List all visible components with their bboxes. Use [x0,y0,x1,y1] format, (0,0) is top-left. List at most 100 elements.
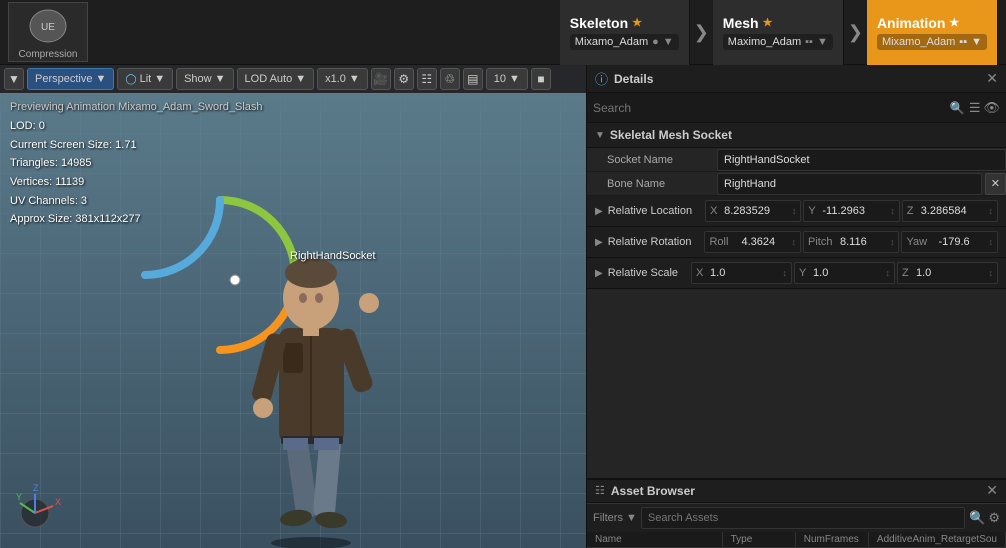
asset-browser-close-btn[interactable]: ✕ [986,482,998,499]
col-name: Name [587,532,723,547]
relative-rotation-label: Relative Rotation [608,236,692,248]
extra-btn[interactable]: ■ [531,68,551,90]
compression-label: Compression [19,49,78,60]
uv-channels-value: UV Channels: 3 [10,192,141,211]
relative-scale-row[interactable]: ▶ Relative Scale X 1.0 ↕ Y 1.0 ↕ [587,258,1006,289]
asset-browser-header: ☷ Asset Browser ✕ [587,480,1006,503]
asset-table-header: Name Type NumFrames AdditiveAnim_Retarge… [587,532,1006,548]
bone-name-input[interactable] [717,173,982,195]
socket-name-row: Socket Name [587,148,1006,172]
socket-name-input[interactable] [717,149,1006,171]
details-search-input[interactable] [593,101,946,115]
loc-x-field: X 8.283529 ↕ [705,200,801,222]
frame-btn[interactable]: 10 ▼ [486,68,528,90]
lit-btn[interactable]: ◯ Lit ▼ [117,68,173,90]
tab-skeleton-subtitle: Mixamo_Adam ● ▼ [570,34,679,50]
relative-location-values: X 8.283529 ↕ Y -11.2963 ↕ Z 3.286584 [705,200,998,222]
bone-name-value-area: ✕ [717,173,1006,195]
app-logo: UE Compression [8,2,88,62]
relative-location-row[interactable]: ▶ Relative Location X 8.283529 ↕ Y -11.2… [587,196,1006,227]
settings-btn[interactable]: ⚙ [394,68,414,90]
tab-skeleton-title: Skeleton ★ [570,15,642,31]
loc-y-field: Y -11.2963 ↕ [803,200,899,222]
main-layout: ▼ Perspective ▼ ◯ Lit ▼ Show ▼ LOD Auto … [0,65,1006,548]
col-type: Type [723,532,796,547]
details-close-btn[interactable]: ✕ [986,70,998,87]
details-eye-icon[interactable]: 👁 [983,100,1000,116]
tab-animation[interactable]: Animation ★ Mixamo_Adam ▪▪ ▼ [867,0,998,65]
scale-x-val: 1.0 [710,267,780,279]
scale-btn[interactable]: x1.0 ▼ [317,68,368,90]
col-numframes: NumFrames [796,532,869,547]
tab-mesh[interactable]: Mesh ★ Maximo_Adam ▪▪ ▼ [713,0,844,65]
tab-animation-subtitle: Mixamo_Adam ▪▪ ▼ [877,34,987,50]
grid-btn[interactable]: ☷ [417,68,437,90]
tab-skeleton[interactable]: Skeleton ★ Mixamo_Adam ● ▼ [560,0,690,65]
relative-location-label: Relative Location [608,205,692,217]
scale-z-val: 1.0 [916,267,986,279]
section-skeletal-mesh-socket[interactable]: ▼ Skeletal Mesh Socket [587,123,1006,148]
asset-browser-icon: ☷ [595,484,605,497]
col-additive: AdditiveAnim_RetargetSou [869,532,1006,547]
details-list-icon[interactable]: ☰ [969,100,981,116]
relative-scale-label: Relative Scale [608,267,678,279]
details-content: ▼ Skeletal Mesh Socket Socket Name Bone … [587,123,1006,478]
right-panel: ⓘ Details ✕ 🔍 ☰ 👁 ▼ Skeletal Mesh Socket… [586,65,1006,548]
filters-label: Filters ▼ [593,512,637,524]
tab-mesh-subtitle: Maximo_Adam ▪▪ ▼ [723,34,833,50]
scale-z-label: Z [902,267,914,279]
viewport-menu-btn[interactable]: ▼ [4,68,24,90]
rot-yaw-field: Yaw -179.6 ↕ [901,231,998,253]
svg-text:X: X [55,497,61,507]
previewing-label: Previewing Animation Mixamo_Adam_Sword_S… [10,101,263,113]
details-icon: ⓘ [595,69,608,88]
tab-animation-title: Animation ★ [877,15,959,31]
camera-btn[interactable]: 🎥 [371,68,391,90]
snap-btn[interactable]: ♲ [440,68,460,90]
rot-pitch-field: Pitch 8.116 ↕ [803,231,900,253]
socket-label: RightHandSocket [290,250,376,262]
asset-search-btn[interactable]: 🔍 [969,510,985,526]
layout-btn[interactable]: ▤ [463,68,483,90]
asset-search-input[interactable] [641,507,965,529]
details-title: Details [614,72,653,86]
relative-rotation-row[interactable]: ▶ Relative Rotation Roll 4.3624 ↕ Pitch … [587,227,1006,258]
bone-name-label: Bone Name [587,175,717,193]
tab-mesh-title: Mesh ★ [723,15,773,31]
loc-x-val: 8.283529 [724,205,790,217]
rot-roll-label: Roll [709,236,739,248]
top-header: UE Compression Skeleton ★ Mixamo_Adam ● … [0,0,1006,65]
svg-text:UE: UE [41,22,55,33]
loc-y-val: -11.2963 [822,205,888,217]
details-panel-header: ⓘ Details ✕ [587,65,1006,93]
loc-y-label: Y [808,205,820,217]
scale-x-label: X [696,267,708,279]
lod-info: LOD: 0 Current Screen Size: 1.71 Triangl… [10,117,141,229]
rot-pitch-label: Pitch [808,236,838,248]
triangles-value: Triangles: 14985 [10,154,141,173]
asset-browser-title: Asset Browser [611,484,695,498]
details-toolbar-icons: ☰ 👁 [969,100,1000,116]
pipeline-tabs: Skeleton ★ Mixamo_Adam ● ▼ ❯ Mesh ★ Maxi… [560,0,998,65]
loc-z-field: Z 3.286584 ↕ [902,200,998,222]
asset-settings-btn[interactable]: ⚙ [988,510,1000,526]
viewport[interactable]: ▼ Perspective ▼ ◯ Lit ▼ Show ▼ LOD Auto … [0,65,586,548]
relative-scale-values: X 1.0 ↕ Y 1.0 ↕ Z 1.0 ↕ [691,262,998,284]
scale-y-val: 1.0 [813,267,883,279]
lod-btn[interactable]: LOD Auto ▼ [237,68,315,90]
scale-x-field: X 1.0 ↕ [691,262,792,284]
scale-z-field: Z 1.0 ↕ [897,262,998,284]
section-title: Skeletal Mesh Socket [610,128,732,142]
relative-rotation-values: Roll 4.3624 ↕ Pitch 8.116 ↕ Yaw -179.6 [704,231,998,253]
perspective-btn[interactable]: Perspective ▼ [27,68,114,90]
show-btn[interactable]: Show ▼ [176,68,233,90]
scale-y-field: Y 1.0 ↕ [794,262,895,284]
loc-z-val: 3.286584 [921,205,987,217]
bone-name-clear-btn[interactable]: ✕ [985,173,1006,195]
screen-size-value: Current Screen Size: 1.71 [10,136,141,155]
rot-yaw-val: -179.6 [938,236,986,248]
bone-name-row: Bone Name ✕ [587,172,1006,196]
details-search-icon[interactable]: 🔍 [950,101,965,115]
rot-roll-val: 4.3624 [741,236,789,248]
rot-pitch-val: 8.116 [840,236,888,248]
